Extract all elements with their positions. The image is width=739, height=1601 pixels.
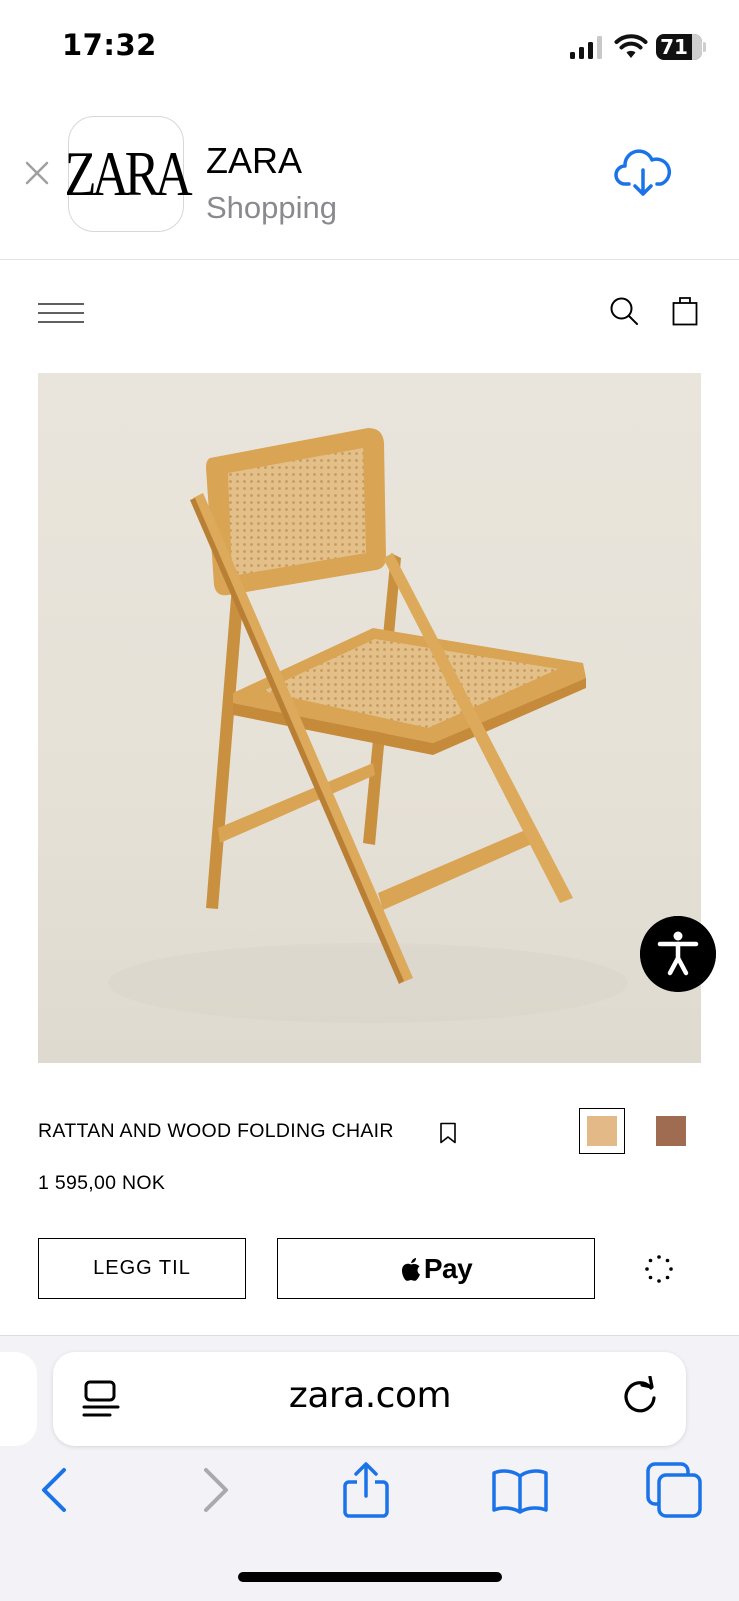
bookmarks-icon[interactable] xyxy=(492,1462,548,1518)
add-to-cart-button[interactable]: LEGG TIL xyxy=(38,1238,246,1299)
status-time: 17:32 xyxy=(62,28,157,62)
accessibility-icon[interactable] xyxy=(640,916,716,992)
product-image[interactable] xyxy=(38,373,701,1063)
search-icon[interactable] xyxy=(609,296,639,326)
loading-spinner-icon xyxy=(645,1255,673,1283)
color-swatch-brown[interactable] xyxy=(656,1116,686,1146)
battery-icon: 71 xyxy=(656,34,702,60)
forward-icon[interactable] xyxy=(186,1462,242,1518)
home-indicator xyxy=(238,1572,502,1582)
app-icon-logo: ZARA xyxy=(64,138,192,209)
app-category: Shopping xyxy=(206,190,338,225)
menu-icon[interactable] xyxy=(38,302,84,324)
share-icon[interactable] xyxy=(338,1462,394,1518)
add-to-cart-label: LEGG TIL xyxy=(93,1257,191,1279)
apple-logo-icon xyxy=(401,1257,420,1281)
previous-tab-peek[interactable] xyxy=(0,1352,37,1446)
page-menu-icon[interactable] xyxy=(82,1380,120,1420)
wifi-icon xyxy=(614,34,648,58)
close-icon[interactable] xyxy=(22,158,52,188)
banner-divider xyxy=(0,259,739,260)
battery-level: 71 xyxy=(660,35,688,59)
shopping-bag-icon[interactable] xyxy=(672,296,698,326)
reload-icon[interactable] xyxy=(620,1376,660,1416)
app-name: ZARA xyxy=(206,140,303,181)
apple-pay-button[interactable]: Pay xyxy=(277,1238,595,1299)
product-price: 1 595,00 NOK xyxy=(38,1172,166,1194)
color-swatch-natural[interactable] xyxy=(587,1116,617,1146)
cellular-signal-icon xyxy=(570,36,602,59)
back-icon[interactable] xyxy=(28,1462,84,1518)
address-url[interactable]: zara.com xyxy=(250,1375,490,1416)
product-name: RATTAN AND WOOD FOLDING CHAIR xyxy=(38,1120,394,1142)
bookmark-icon[interactable] xyxy=(438,1122,458,1144)
app-icon[interactable]: ZARA xyxy=(64,116,193,232)
cloud-download-icon[interactable] xyxy=(614,146,672,200)
tabs-icon[interactable] xyxy=(646,1462,702,1518)
folding-chair-illustration xyxy=(108,428,628,1023)
battery-nub xyxy=(703,42,706,52)
apple-pay-label: Pay xyxy=(423,1252,473,1284)
